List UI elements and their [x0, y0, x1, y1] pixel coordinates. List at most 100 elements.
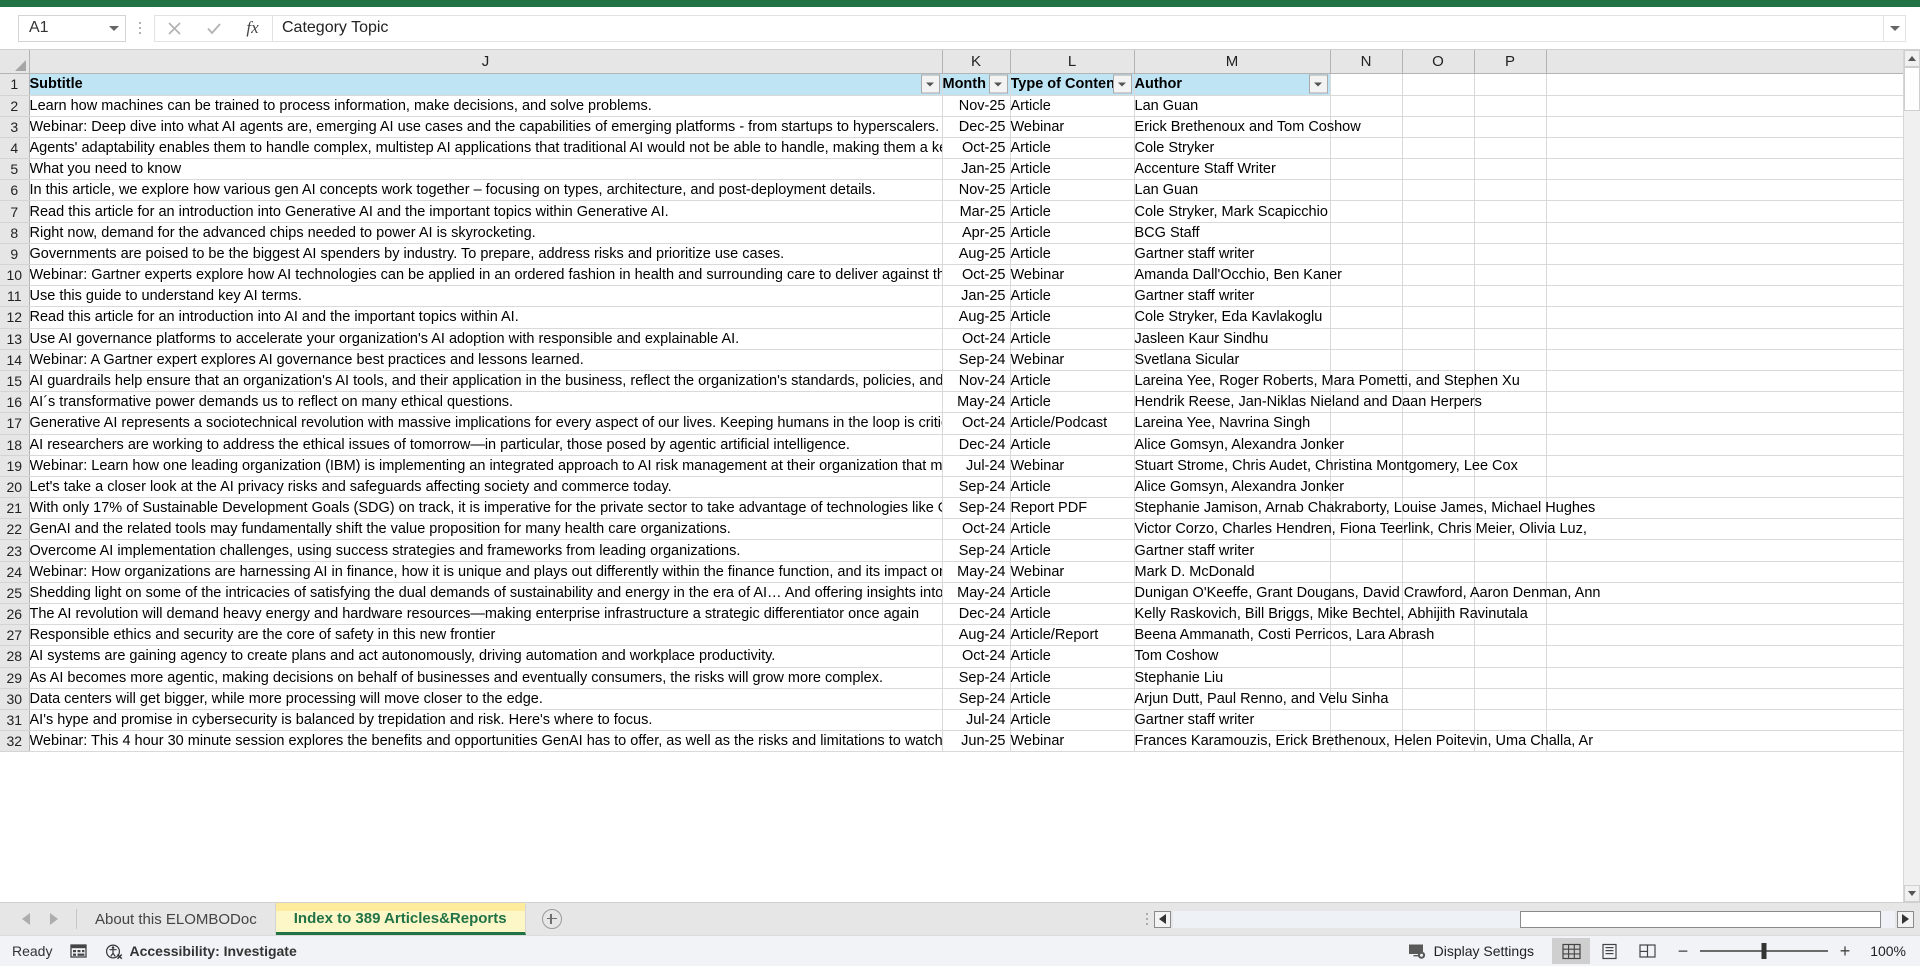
cell-author[interactable]: Victor Corzo, Charles Hendren, Fiona Tee… — [1134, 518, 1587, 541]
cell-type-of-content[interactable]: Webinar — [1010, 730, 1135, 753]
table-row[interactable]: 32 Webinar: This 4 hour 30 minute session… — [0, 730, 1903, 753]
table-row[interactable]: 9 Governments are poised to be the bigges… — [0, 243, 1903, 266]
expand-formula-bar-icon[interactable] — [1884, 14, 1906, 42]
table-row[interactable]: 10 Webinar: Gartner experts explore how A… — [0, 264, 1903, 287]
cell-month[interactable]: Oct-24 — [942, 518, 1011, 541]
cell-author[interactable]: Jasleen Kaur Sindhu — [1134, 328, 1331, 350]
cell-empty-p[interactable] — [1474, 645, 1547, 668]
cell-month[interactable]: Nov-25 — [942, 179, 1011, 202]
cell-type-of-content[interactable]: Article — [1010, 539, 1135, 562]
cell-type-of-content[interactable]: Article — [1010, 582, 1135, 605]
cell-empty-p[interactable] — [1474, 391, 1547, 414]
table-row[interactable]: 22 GenAI and the related tools may fundam… — [0, 518, 1903, 541]
vertical-scroll-thumb[interactable] — [1904, 67, 1920, 111]
column-header-J[interactable]: J — [29, 50, 943, 74]
cell-type-of-content[interactable]: Article — [1010, 667, 1135, 689]
filter-dropdown-icon-type[interactable] — [1112, 74, 1132, 94]
cell-empty-p[interactable] — [1474, 116, 1547, 138]
scroll-down-icon[interactable] — [1904, 885, 1920, 902]
cell-empty-o[interactable] — [1402, 222, 1475, 244]
cell-empty-o[interactable] — [1402, 137, 1475, 160]
enter-icon[interactable] — [194, 16, 233, 41]
table-row[interactable]: 15 AI guardrails help ensure that an orga… — [0, 370, 1903, 393]
column-header-N[interactable]: N — [1330, 50, 1403, 74]
table-row[interactable]: 12 Read this article for an introduction … — [0, 306, 1903, 329]
normal-view-button[interactable] — [1552, 938, 1590, 964]
cell-author[interactable]: Tom Coshow — [1134, 645, 1331, 668]
cell-subtitle[interactable]: AI guardrails help ensure that an organi… — [29, 370, 943, 393]
next-sheet-icon[interactable] — [50, 913, 58, 925]
cell-month[interactable]: Dec-25 — [942, 116, 1011, 138]
cell-month[interactable]: Nov-24 — [942, 370, 1011, 393]
row-number[interactable]: 30 — [0, 688, 30, 710]
cell-type-of-content[interactable]: Article — [1010, 95, 1135, 117]
table-row[interactable]: 14 Webinar: A Gartner expert explores AI … — [0, 349, 1903, 371]
cell-month[interactable]: Aug-25 — [942, 243, 1011, 266]
cell-type-of-content[interactable]: Article — [1010, 158, 1135, 181]
cell-type-of-content[interactable]: Article — [1010, 603, 1135, 626]
cell-empty-n[interactable] — [1330, 412, 1403, 435]
cell-author[interactable]: Lan Guan — [1134, 179, 1331, 202]
sheet-tab-index[interactable]: Index to 389 Articles&Reports — [275, 903, 526, 935]
cell-subtitle[interactable]: Webinar: Gartner experts explore how AI … — [29, 264, 943, 287]
cell-empty-n[interactable] — [1330, 285, 1403, 308]
row-number[interactable]: 3 — [0, 116, 30, 138]
row-number[interactable]: 6 — [0, 179, 30, 202]
cell-month[interactable]: Jun-25 — [942, 730, 1011, 753]
table-row[interactable]: 5 What you need to know Jan-25 Article Accen… — [0, 158, 1903, 181]
table-row[interactable]: 18 AI researchers are working to address … — [0, 434, 1903, 456]
cell-empty-o[interactable] — [1402, 306, 1475, 329]
cell-author[interactable]: Lareina Yee, Navrina Singh — [1134, 412, 1331, 435]
row-number[interactable]: 29 — [0, 667, 30, 689]
cell-type-of-content[interactable]: Article/Podcast — [1010, 412, 1135, 435]
cell-author[interactable]: Lan Guan — [1134, 95, 1331, 117]
cell-type-of-content[interactable]: Article/Report — [1010, 624, 1135, 647]
cancel-icon[interactable] — [155, 16, 194, 41]
table-row[interactable]: 21 With only 17% of Sustainable Developme… — [0, 497, 1903, 520]
cell-subtitle[interactable]: With only 17% of Sustainable Development… — [29, 497, 943, 520]
header-cell-n[interactable] — [1330, 73, 1403, 96]
cell-month[interactable]: Oct-24 — [942, 645, 1011, 668]
cell-empty-p[interactable] — [1474, 285, 1547, 308]
row-number-1[interactable]: 1 — [0, 73, 30, 96]
row-number[interactable]: 9 — [0, 243, 30, 266]
cell-subtitle[interactable]: Read this article for an introduction in… — [29, 306, 943, 329]
header-cell-month[interactable]: Month P — [942, 73, 1011, 96]
cell-subtitle[interactable]: Agents' adaptability enables them to han… — [29, 137, 943, 160]
cell-type-of-content[interactable]: Article — [1010, 688, 1135, 710]
cell-type-of-content[interactable]: Article — [1010, 243, 1135, 266]
scroll-up-icon[interactable] — [1904, 50, 1920, 67]
row-number[interactable]: 14 — [0, 349, 30, 371]
cell-author[interactable]: Lareina Yee, Roger Roberts, Mara Pometti… — [1134, 370, 1520, 393]
row-number[interactable]: 22 — [0, 518, 30, 541]
cell-empty-n[interactable] — [1330, 95, 1403, 117]
column-header-P[interactable]: P — [1474, 50, 1547, 74]
cell-empty-p[interactable] — [1474, 95, 1547, 117]
cell-author[interactable]: Kelly Raskovich, Bill Briggs, Mike Becht… — [1134, 603, 1528, 626]
column-header-M[interactable]: M — [1134, 50, 1331, 74]
table-row[interactable]: 28 AI systems are gaining agency to creat… — [0, 645, 1903, 668]
cell-type-of-content[interactable]: Article — [1010, 285, 1135, 308]
cell-subtitle[interactable]: As AI becomes more agentic, making decis… — [29, 667, 943, 689]
row-number[interactable]: 27 — [0, 624, 30, 647]
horizontal-scroll-thumb[interactable] — [1519, 910, 1881, 928]
cell-author[interactable]: Mark D. McDonald — [1134, 561, 1331, 583]
cell-author[interactable]: Stephanie Jamison, Arnab Chakraborty, Lo… — [1134, 497, 1595, 520]
grid-viewport[interactable]: J K L M N O P 1 Subtitle Month P Type of… — [0, 50, 1903, 902]
cell-subtitle[interactable]: GenAI and the related tools may fundamen… — [29, 518, 943, 541]
cell-month[interactable]: Sep-24 — [942, 539, 1011, 562]
cell-empty-p[interactable] — [1474, 476, 1547, 499]
zoom-slider-thumb[interactable] — [1761, 943, 1767, 959]
filter-dropdown-icon-author[interactable] — [1308, 74, 1328, 94]
cell-month[interactable]: Mar-25 — [942, 200, 1011, 223]
cell-author[interactable]: Cole Stryker, Mark Scapicchio — [1134, 200, 1331, 223]
cell-empty-p[interactable] — [1474, 709, 1547, 732]
cell-empty-o[interactable] — [1402, 561, 1475, 583]
column-header-L[interactable]: L — [1010, 50, 1135, 74]
add-sheet-button[interactable] — [526, 903, 578, 935]
column-header-K[interactable]: K — [942, 50, 1011, 74]
row-number[interactable]: 26 — [0, 603, 30, 626]
cell-subtitle[interactable]: Right now, demand for the advanced chips… — [29, 222, 943, 244]
scroll-right-icon[interactable] — [1897, 910, 1914, 928]
cell-author[interactable]: Dunigan O'Keeffe, Grant Dougans, David C… — [1134, 582, 1600, 605]
